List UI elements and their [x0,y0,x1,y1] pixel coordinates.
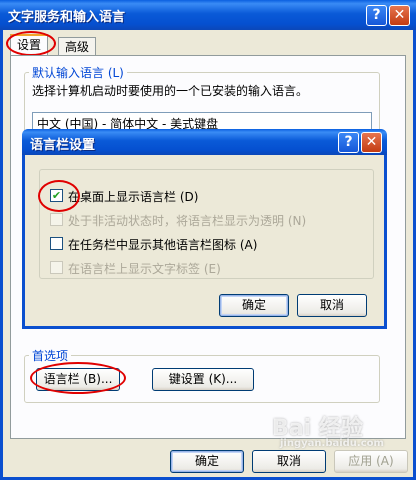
language-bar-button[interactable]: 语言栏 (B)... [36,368,120,391]
inner-ok-button[interactable]: 确定 [219,294,289,317]
inner-title-bar[interactable]: 语言栏设置 ? ✕ [22,129,387,155]
checkbox-text-labels [50,261,63,274]
cancel-button[interactable]: 取消 [252,450,326,473]
option-taskbar-icons-label: 在任务栏中显示其他语言栏图标 (A) [68,238,258,252]
outer-window-title: 文字服务和输入语言 [8,10,126,25]
ok-button[interactable]: 确定 [170,450,244,473]
inner-help-button[interactable]: ? [338,132,359,153]
key-settings-button[interactable]: 键设置 (K)... [152,368,254,391]
inner-close-button[interactable]: ✕ [361,132,382,153]
outer-title-bar[interactable]: 文字服务和输入语言 ? ✕ [0,0,416,30]
preferences-group-label: 首选项 [29,347,72,364]
apply-button[interactable]: 应用 (A) [334,450,408,473]
watermark-url: jingyan.baidu.com [280,438,384,449]
inner-dialog-body: ✔ 在桌面上显示语言栏 (D) 处于非活动状态时，将语言栏显示为透明 (N) 在… [22,155,387,329]
default-language-group-label: 默认输入语言 (L) [29,64,127,81]
inner-dialog-title: 语言栏设置 [30,138,96,153]
tab-advanced[interactable]: 高级 [58,37,97,56]
tab-settings[interactable]: 设置 [10,34,49,55]
outer-help-button[interactable]: ? [366,5,387,26]
language-bar-options-group: ✔ 在桌面上显示语言栏 (D) 处于非活动状态时，将语言栏显示为透明 (N) 在… [39,169,374,279]
default-language-description: 选择计算机启动时要使用的一个已安装的输入语言。 [32,84,309,98]
checkbox-transparent [50,213,63,226]
checkbox-taskbar-icons[interactable] [50,237,63,250]
option-transparent-label: 处于非活动状态时，将语言栏显示为透明 (N) [68,214,307,228]
option-text-labels-label: 在语言栏上显示文字标签 (E) [68,262,221,276]
language-bar-settings-dialog: 语言栏设置 ? ✕ ✔ 在桌面上显示语言栏 (D) 处于非活动状态时，将语言栏显… [22,129,387,329]
checkbox-show-desktop[interactable]: ✔ [50,189,63,202]
inner-cancel-button[interactable]: 取消 [297,294,367,317]
baidu-watermark: Bai 经验 jingyan.baidu.com [272,410,384,449]
option-show-desktop-label: 在桌面上显示语言栏 (D) [68,190,199,204]
outer-close-button[interactable]: ✕ [389,5,410,26]
